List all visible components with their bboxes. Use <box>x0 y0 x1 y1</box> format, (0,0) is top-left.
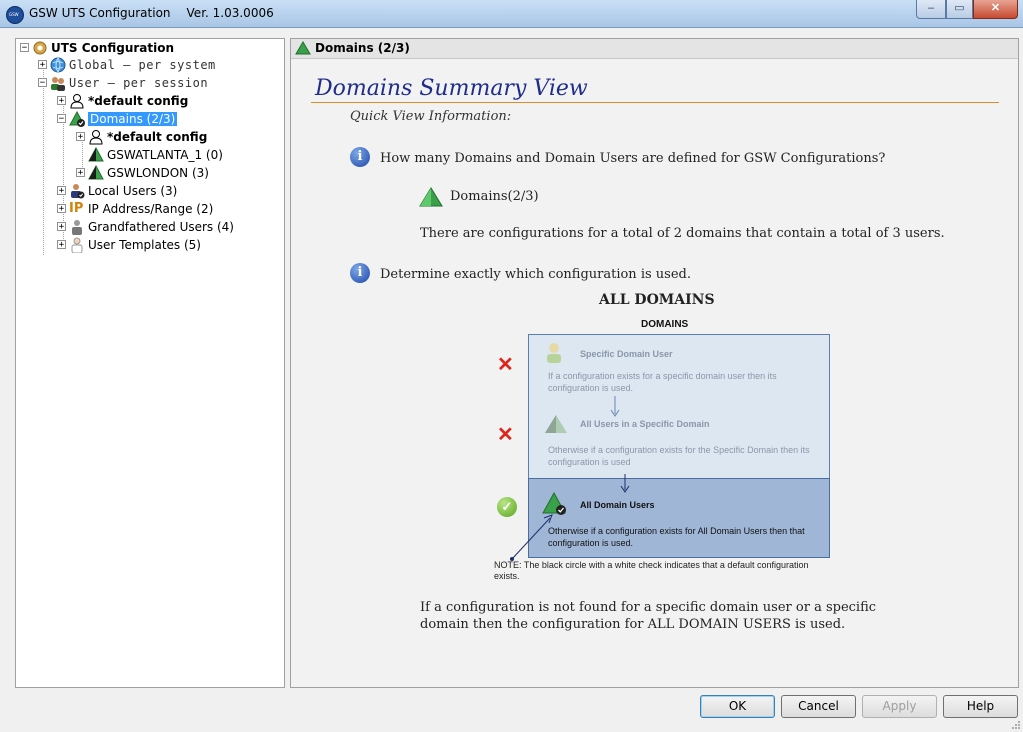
tree-item-user[interactable]: − User – per session <box>38 74 208 91</box>
help-button[interactable]: Help <box>943 695 1018 718</box>
maximize-button[interactable]: ▭ <box>946 0 973 19</box>
tree-item-local-users[interactable]: + Local Users (3) <box>57 182 177 199</box>
tree-item-global[interactable]: + Global – per system <box>38 56 216 73</box>
gear-icon <box>32 40 48 56</box>
x-mark-icon: ✕ <box>497 354 514 376</box>
diagram-specific-domain-title: All Users in a Specific Domain <box>580 419 710 429</box>
cancel-button[interactable]: Cancel <box>781 695 856 718</box>
user-outline-icon <box>69 93 85 109</box>
domain-pyramid-icon <box>88 146 104 163</box>
expand-toggle[interactable]: + <box>57 186 66 196</box>
title-divider <box>311 102 999 103</box>
quick-view-label: Quick View Information: <box>350 109 512 124</box>
tree-item-domains-default-config[interactable]: + *default config <box>76 128 207 145</box>
tree-item-default-config[interactable]: + *default config <box>57 92 188 109</box>
close-button[interactable]: ✕ <box>973 0 1018 19</box>
ok-button[interactable]: OK <box>700 695 775 718</box>
tree-item-gswatlanta[interactable]: GSWATLANTA_1 (0) <box>88 146 223 163</box>
diagram-specific-user-text: If a configuration exists for a specific… <box>548 371 777 393</box>
diagram-note: NOTE: The black circle with a white chec… <box>494 560 809 581</box>
expand-toggle[interactable]: + <box>57 96 66 106</box>
domains-summary-panel: Domains (2/3) Domains Summary View Quick… <box>290 38 1019 688</box>
x-mark-icon: ✕ <box>497 424 514 446</box>
collapse-toggle[interactable]: − <box>38 78 47 88</box>
specific-user-icon <box>547 343 561 363</box>
app-logo-icon: GSW <box>6 6 24 24</box>
info-icon: i <box>350 147 370 167</box>
note-arrow-icon <box>510 514 553 561</box>
window-controls: – ▭ ✕ <box>916 0 1018 19</box>
diagram-specific-user-title: Specific Domain User <box>580 349 673 359</box>
apply-button[interactable]: Apply <box>862 695 937 718</box>
tree-item-domains[interactable]: − Domains (2/3) <box>57 110 178 127</box>
question-domains-count: How many Domains and Domain Users are de… <box>380 151 886 166</box>
info-icon: i <box>350 263 370 283</box>
arrow-down-icon <box>610 396 620 417</box>
domain-pyramid-icon <box>545 415 567 433</box>
window-title: GSW UTS Configuration Ver. 1.03.0006 <box>29 6 274 20</box>
domain-pyramid-icon <box>295 41 311 55</box>
local-user-icon <box>69 183 85 199</box>
ip-icon: IP <box>69 200 84 216</box>
window-title-text: GSW UTS Configuration <box>29 6 171 20</box>
resize-grip-icon[interactable] <box>1011 720 1021 730</box>
diagram-all-users-title: All Domain Users <box>580 500 655 510</box>
domains-count-value: Domains(2/3) <box>450 189 539 204</box>
all-domains-heading: ALL DOMAINS <box>599 292 715 308</box>
user-outline-icon <box>88 129 104 145</box>
panel-header-title: Domains (2/3) <box>315 41 410 55</box>
tree-item-gswlondon[interactable]: + GSWLONDON (3) <box>76 164 209 181</box>
users-icon <box>50 75 66 91</box>
diagram-header: DOMAINS <box>641 319 689 330</box>
diagram-all-users-text: Otherwise if a configuration exists for … <box>548 526 805 548</box>
grey-user-icon <box>69 219 85 235</box>
collapse-toggle[interactable]: − <box>57 114 66 124</box>
tree-item-user-templates[interactable]: + User Templates (5) <box>57 236 201 253</box>
globe-icon <box>50 57 66 73</box>
fallback-explanation: If a configuration is not found for a sp… <box>420 600 877 632</box>
domains-count-answer: There are configurations for a total of … <box>420 226 945 241</box>
page-title: Domains Summary View <box>315 76 588 101</box>
expand-toggle[interactable]: + <box>76 168 85 178</box>
domain-pyramid-check-icon <box>69 110 85 127</box>
expand-toggle[interactable]: + <box>38 60 47 70</box>
expand-toggle[interactable]: + <box>76 132 85 142</box>
minimize-button[interactable]: – <box>916 0 946 19</box>
expand-toggle[interactable]: + <box>57 204 66 214</box>
title-bar[interactable]: GSW GSW UTS Configuration Ver. 1.03.0006 … <box>0 0 1023 28</box>
expand-toggle[interactable]: + <box>57 240 66 250</box>
user-template-icon <box>69 237 85 253</box>
question-which-config: Determine exactly which configuration is… <box>380 267 691 282</box>
collapse-toggle[interactable]: − <box>20 43 29 53</box>
config-tree[interactable]: − UTS Configuration + Global – per syste… <box>15 38 285 688</box>
tree-item-uts-configuration[interactable]: − UTS Configuration <box>20 39 174 56</box>
panel-header: Domains (2/3) <box>291 39 1018 59</box>
diagram-specific-domain-text: Otherwise if a configuration exists for … <box>548 445 810 467</box>
domain-pyramid-icon <box>419 187 443 207</box>
domain-priority-diagram: DOMAINS ✕ Specific Domain User If a conf… <box>492 314 832 596</box>
arrow-down-icon <box>620 474 630 493</box>
tree-item-grandfathered-users[interactable]: + Grandfathered Users (4) <box>57 218 234 235</box>
tree-item-ip-address-range[interactable]: + IP IP Address/Range (2) <box>57 200 213 217</box>
window-version: Ver. 1.03.0006 <box>186 6 274 20</box>
domain-pyramid-icon <box>88 164 104 181</box>
expand-toggle[interactable]: + <box>57 222 66 232</box>
